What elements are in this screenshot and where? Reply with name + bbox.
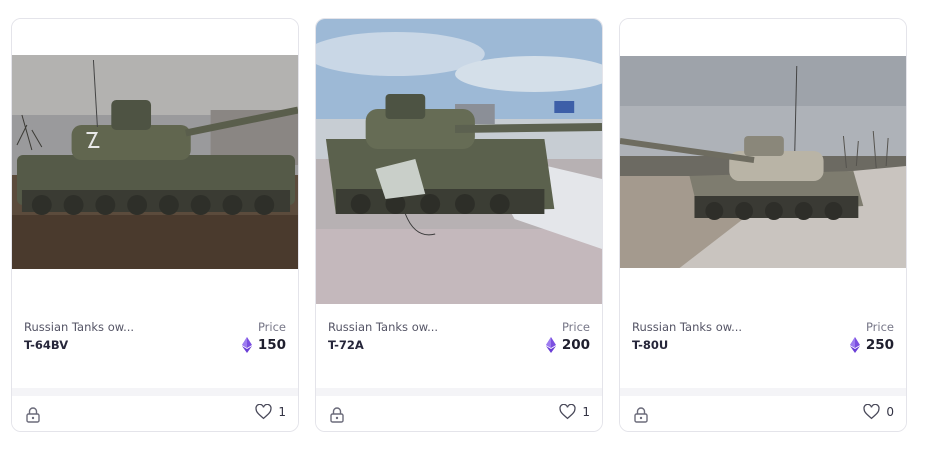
lock-icon	[634, 407, 648, 423]
lock-icon	[330, 407, 344, 423]
like-button[interactable]: 0	[863, 404, 894, 420]
item-name[interactable]: T-80U	[632, 338, 668, 352]
nft-card[interactable]: Russian Tanks ow... T-80U Price 250 0	[619, 18, 907, 432]
like-count: 1	[582, 405, 590, 419]
collection-name[interactable]: Russian Tanks ow...	[632, 320, 742, 334]
card-footer: 1	[12, 388, 298, 431]
price: 250	[849, 337, 894, 353]
tank-photo[interactable]	[12, 55, 298, 269]
collection-name[interactable]: Russian Tanks ow...	[328, 320, 438, 334]
like-button[interactable]: 1	[559, 404, 590, 420]
card-media[interactable]	[316, 19, 602, 304]
like-count: 0	[886, 405, 894, 419]
ethereum-icon	[849, 337, 860, 353]
price-value: 200	[561, 337, 590, 353]
card-media[interactable]	[12, 19, 298, 304]
tank-image	[316, 19, 602, 304]
price: 200	[545, 337, 590, 353]
card-footer: 0	[620, 388, 906, 431]
tank-image	[620, 56, 906, 268]
tank-photo[interactable]	[316, 19, 602, 304]
item-name[interactable]: T-64BV	[24, 338, 68, 352]
heart-icon	[863, 404, 880, 420]
like-button[interactable]: 1	[255, 404, 286, 420]
tank-image	[12, 55, 298, 269]
ethereum-icon	[241, 337, 252, 353]
price-label: Price	[257, 320, 286, 334]
lock-icon	[26, 407, 40, 423]
tank-photo[interactable]	[620, 56, 906, 268]
card-info: Russian Tanks ow... T-80U Price 250	[620, 304, 906, 390]
nft-card[interactable]: Russian Tanks ow... T-64BV Price 150 1	[11, 18, 299, 432]
card-footer: 1	[316, 388, 602, 431]
card-media[interactable]	[620, 19, 906, 304]
card-info: Russian Tanks ow... T-64BV Price 150	[12, 304, 298, 390]
like-count: 1	[278, 405, 286, 419]
price-value: 150	[257, 337, 286, 353]
price-label: Price	[561, 320, 590, 334]
nft-card[interactable]: Russian Tanks ow... T-72A Price 200 1	[315, 18, 603, 432]
heart-icon	[255, 404, 272, 420]
card-info: Russian Tanks ow... T-72A Price 200	[316, 304, 602, 390]
ethereum-icon	[545, 337, 556, 353]
price-label: Price	[865, 320, 894, 334]
price-value: 250	[865, 337, 894, 353]
heart-icon	[559, 404, 576, 420]
collection-name[interactable]: Russian Tanks ow...	[24, 320, 134, 334]
price: 150	[241, 337, 286, 353]
item-name[interactable]: T-72A	[328, 338, 364, 352]
